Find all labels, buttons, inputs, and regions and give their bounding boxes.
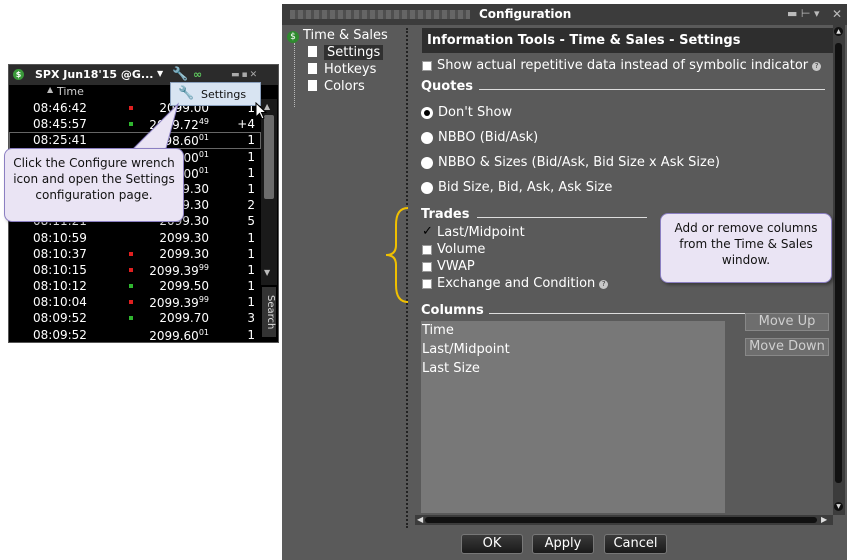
- callout-columns-text: Add or remove columns from the Time & Sa…: [674, 221, 818, 267]
- list-item[interactable]: Time: [422, 323, 454, 338]
- document-icon: [308, 46, 317, 57]
- tree-item-label: Hotkeys: [324, 62, 377, 77]
- trade-option-text: Last/Midpoint: [437, 225, 525, 240]
- document-icon: [308, 80, 317, 91]
- quote-radio[interactable]: [421, 107, 433, 119]
- scroll-up-icon[interactable]: ▲: [834, 27, 843, 36]
- window-controls-icon[interactable]: ▬ ⊢ ▾: [787, 7, 820, 20]
- cancel-button[interactable]: Cancel: [604, 534, 667, 554]
- tree-item-hotkeys[interactable]: Hotkeys: [308, 62, 376, 77]
- trades-brace: [385, 207, 409, 303]
- tree-item-settings[interactable]: Settings: [308, 45, 384, 60]
- repetitive-data-label: Show actual repetitive data instead of s…: [437, 58, 822, 73]
- quote-option-label[interactable]: NBBO & Sizes (Bid/Ask, Bid Size x Ask Si…: [438, 155, 720, 170]
- tree-item-colors[interactable]: Colors: [308, 79, 365, 94]
- quotes-divider: [479, 89, 825, 90]
- help-icon[interactable]: ?: [812, 62, 822, 71]
- close-icon[interactable]: ✕: [832, 7, 842, 21]
- quotes-heading: Quotes: [421, 79, 474, 94]
- columns-list[interactable]: Time Last/Midpoint Last Size: [421, 321, 725, 513]
- tree-root-label: Time & Sales: [303, 28, 388, 43]
- panel-header: Information Tools - Time & Sales - Setti…: [422, 28, 833, 53]
- trade-checkbox[interactable]: [422, 245, 432, 255]
- callout-configure-text: Click the Configure wrench icon and open…: [13, 156, 175, 202]
- trade-checkbox[interactable]: ✓: [422, 225, 433, 238]
- list-item[interactable]: Last Size: [422, 361, 480, 376]
- apply-button[interactable]: Apply: [532, 534, 594, 554]
- tree-item-label: Colors: [324, 79, 365, 94]
- scroll-left-icon[interactable]: ◀: [417, 515, 423, 524]
- horizontal-scroll-thumb[interactable]: [425, 517, 817, 523]
- tree-item-time-sales[interactable]: $ Time & Sales: [287, 28, 388, 43]
- trade-option-text: Exchange and Condition: [437, 276, 596, 291]
- trade-option-label[interactable]: VWAP: [437, 259, 475, 274]
- list-item[interactable]: Last/Midpoint: [422, 342, 510, 357]
- repetitive-data-checkbox[interactable]: [422, 61, 432, 71]
- callout-configure: Click the Configure wrench icon and open…: [4, 148, 184, 222]
- quote-radio[interactable]: [421, 132, 433, 144]
- trades-divider: [477, 217, 647, 218]
- quote-option-label[interactable]: Don't Show: [438, 105, 512, 120]
- document-icon: [308, 63, 317, 74]
- columns-heading: Columns: [421, 303, 484, 318]
- quote-radio[interactable]: [421, 157, 433, 169]
- dollar-icon: $: [287, 31, 299, 43]
- trades-heading: Trades: [421, 207, 470, 222]
- move-up-button[interactable]: Move Up: [745, 313, 829, 331]
- panel-title: Information Tools - Time & Sales - Setti…: [427, 33, 741, 48]
- tree-item-label: Settings: [324, 45, 384, 60]
- help-icon[interactable]: ?: [599, 280, 609, 289]
- configuration-titlebar: Configuration ▬ ⊢ ▾ ✕: [282, 4, 847, 25]
- trade-option-label[interactable]: Last/Midpoint: [437, 225, 525, 240]
- horizontal-scrollbar[interactable]: ◀ ▶: [415, 515, 833, 525]
- trade-option-text: VWAP: [437, 259, 475, 274]
- vertical-scrollbar[interactable]: ▲ ▼: [833, 25, 845, 515]
- scroll-down-icon[interactable]: ▼: [834, 502, 843, 511]
- scroll-right-icon[interactable]: ▶: [821, 515, 827, 524]
- move-down-button[interactable]: Move Down: [745, 338, 829, 356]
- ok-button[interactable]: OK: [461, 534, 523, 554]
- quote-radio[interactable]: [421, 182, 433, 194]
- trade-checkbox[interactable]: [422, 279, 432, 289]
- trade-checkbox[interactable]: [422, 262, 432, 272]
- quote-option-label[interactable]: NBBO (Bid/Ask): [438, 130, 538, 145]
- trade-option-label[interactable]: Exchange and Condition?: [437, 276, 609, 291]
- vertical-scroll-thumb[interactable]: [835, 43, 842, 483]
- trade-option-label[interactable]: Volume: [437, 242, 485, 257]
- callout-columns: Add or remove columns from the Time & Sa…: [660, 213, 832, 283]
- repetitive-data-text: Show actual repetitive data instead of s…: [437, 58, 809, 73]
- tree-guide-lines: [294, 43, 307, 107]
- blurred-account-text: [290, 10, 470, 19]
- trade-option-text: Volume: [437, 242, 486, 257]
- quote-option-label[interactable]: Bid Size, Bid, Ask, Ask Size: [438, 180, 612, 195]
- configuration-title: Configuration: [479, 7, 572, 21]
